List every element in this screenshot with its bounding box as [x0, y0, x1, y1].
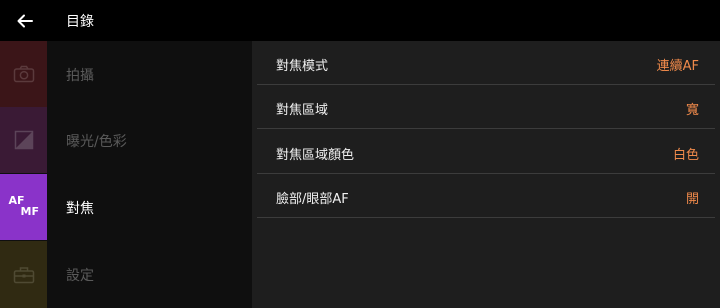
- sidebar-icon-box: [0, 241, 47, 308]
- sidebar-icon-box: [0, 107, 47, 173]
- setting-value: 白色: [672, 148, 699, 163]
- setting-value: 連續AF: [656, 59, 699, 74]
- back-button[interactable]: [12, 8, 38, 34]
- sidebar-icon-box: AF MF: [0, 174, 47, 240]
- sidebar-item-shooting[interactable]: 拍攝: [0, 41, 252, 107]
- setting-label: 臉部/眼部AF: [276, 192, 349, 207]
- top-bar: 目錄: [0, 0, 720, 41]
- exposure-icon: [14, 130, 33, 150]
- setting-label: 對焦模式: [276, 59, 329, 74]
- setting-label: 對焦區域顏色: [276, 148, 355, 163]
- category-sidebar: 拍攝 曝光/色彩 AF MF 對焦 設定: [0, 41, 252, 308]
- sidebar-item-settings[interactable]: 設定: [0, 241, 252, 308]
- setting-label: 對焦區域: [276, 103, 329, 118]
- setting-value: 寬: [685, 103, 699, 118]
- settings-panel: 對焦模式 連續AF 對焦區域 寬 對焦區域顏色 白色 臉部/眼部AF 開: [252, 41, 720, 308]
- sidebar-item-focus[interactable]: AF MF 對焦: [0, 174, 252, 240]
- sidebar-item-label: 拍攝: [66, 68, 94, 84]
- sidebar-item-label: 設定: [66, 268, 94, 284]
- af-mf-icon: AF MF: [8, 194, 39, 218]
- camera-icon: [13, 65, 34, 83]
- setting-value: 開: [685, 192, 699, 207]
- sidebar-item-label: 對焦: [66, 201, 94, 217]
- page-title: 目錄: [66, 14, 94, 30]
- toolbox-icon: [13, 266, 34, 283]
- setting-row-focus-area-color[interactable]: 對焦區域顏色 白色: [257, 130, 715, 174]
- setting-row-focus-area[interactable]: 對焦區域 寬: [257, 85, 715, 129]
- setting-row-face-eye-af[interactable]: 臉部/眼部AF 開: [257, 174, 715, 218]
- sidebar-item-exposure-color[interactable]: 曝光/色彩: [0, 107, 252, 173]
- sidebar-item-label: 曝光/色彩: [66, 134, 127, 150]
- setting-row-focus-mode[interactable]: 對焦模式 連續AF: [257, 41, 715, 85]
- arrow-left-icon: [17, 14, 33, 28]
- sidebar-icon-box: [0, 41, 47, 107]
